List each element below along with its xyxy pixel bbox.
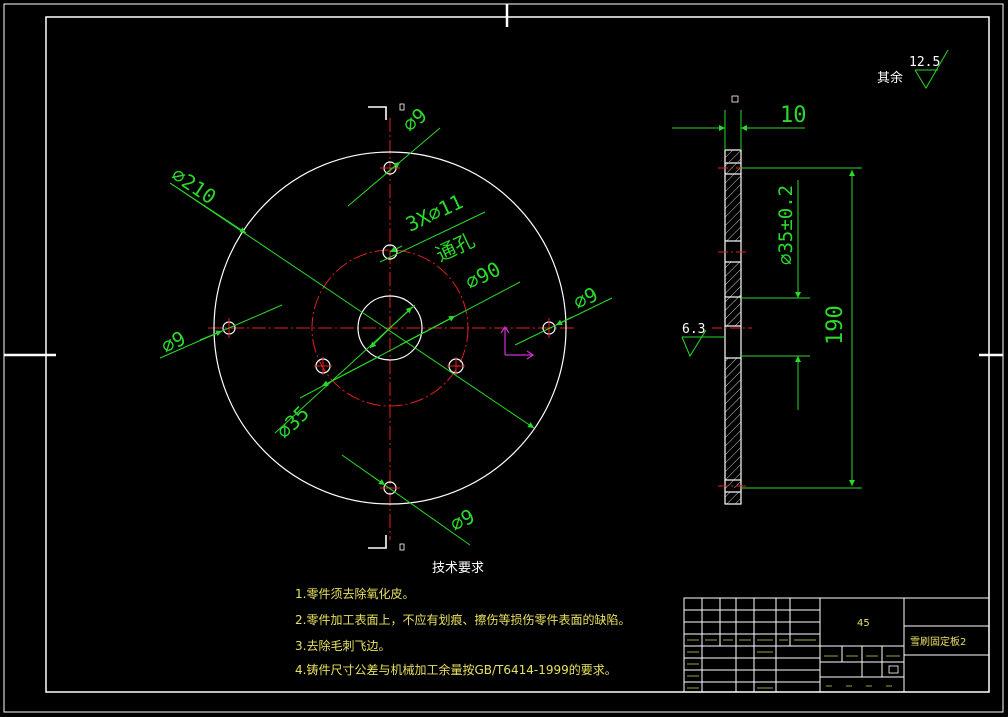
drawing-canvas[interactable]: ⌀9 ⌀210 3X⌀11 通孔 ⌀90 ⌀9 ⌀9 ⌀35 ⌀9 10 190… [0,0,1008,717]
tech-requirements: 技术要求 1.零件须去除氧化皮。 2.零件加工表面上，不应有划痕、擦伤等损伤零件… [295,561,630,677]
dim-d35: ⌀35 [272,401,315,444]
tech-item-2: 2.零件加工表面上，不应有划痕、擦伤等损伤零件表面的缺陷。 [295,612,630,627]
side-dimension-text: 10 190 ⌀35±0.2 6.3 12.5 [682,55,940,345]
roughness-local: 6.3 [682,322,705,337]
dim-3x-d11: 3X⌀11 [402,189,467,236]
tech-title: 技术要求 [432,561,484,576]
dim-d9-right: ⌀9 [569,282,601,314]
title-block-part-name: 雪刷固定板2 [910,635,966,648]
roughness-rest-value: 12.5 [909,55,940,70]
tech-item-3: 3.去除毛刺飞边。 [295,638,390,653]
side-dimensions [672,49,949,489]
dim-thickness: 10 [780,103,807,128]
tech-item-4: 4.铸件尺寸公差与机械加工余量按GB/T6414-1999的要求。 [295,662,617,677]
ucs-icon [500,325,535,360]
centerlines [208,118,575,540]
sheet-frame [3,3,1004,713]
tech-item-1: 1.零件须去除氧化皮。 [295,586,414,601]
front-dimension-text: ⌀9 ⌀210 3X⌀11 通孔 ⌀90 ⌀9 ⌀9 ⌀35 ⌀9 [157,103,602,536]
dim-190: 190 [823,305,848,345]
dim-d9-top: ⌀9 [398,103,432,137]
roughness-rest-label: 其余 [877,70,903,86]
dim-d9-left: ⌀9 [157,326,190,359]
front-dimensions [159,127,613,546]
dim-d210: ⌀210 [167,162,220,209]
dim-d90: ⌀90 [461,257,504,295]
dim-d35-tol: ⌀35±0.2 [775,185,797,265]
title-block-material: 45 [857,618,870,629]
side-view [712,95,752,505]
